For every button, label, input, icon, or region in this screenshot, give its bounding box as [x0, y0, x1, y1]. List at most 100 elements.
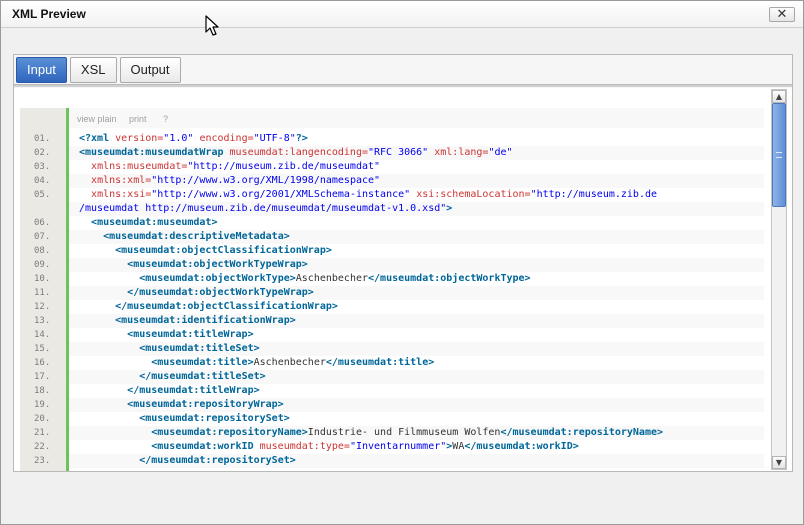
code-line: 07. <museumdat:descriptiveMetadata>	[20, 230, 764, 244]
line-number: 03.	[34, 162, 51, 172]
code-text: <museumdat:identificationWrap>	[69, 314, 764, 328]
code-text: </museumdat:repositorySet>	[69, 454, 764, 468]
code-line: 06. <museumdat:museumdat>	[20, 216, 764, 230]
code-viewer[interactable]: view plain print ? 01. <?xml version="1.0…	[14, 88, 792, 471]
scroll-up-button[interactable]: ▲	[772, 90, 786, 103]
code-token: "RFC 3066"	[368, 147, 429, 158]
arrow-up-icon: ▲	[775, 92, 783, 101]
code-text: xmlns:xsi="http://www.w3.org/2001/XMLSch…	[69, 188, 764, 202]
code-token: <museumdat:objectClassificationWrap>	[115, 245, 332, 256]
code-token: museumdat:type=	[259, 441, 350, 452]
code-text: xmlns:museumdat="http://museum.zib.de/mu…	[69, 160, 764, 174]
code-token: <museumdat:titleSet>	[139, 343, 260, 354]
code-token: xml:lang=	[434, 147, 489, 158]
code-token: xmlns:xsi=	[91, 189, 152, 200]
code-line: 04. xmlns:xml="http://www.w3.org/XML/199…	[20, 174, 764, 188]
code-text: <museumdat:objectClassificationWrap>	[69, 244, 764, 258]
code-line: 14. <museumdat:titleWrap>	[20, 328, 764, 342]
code-token: "Inventarnummer"	[349, 441, 447, 452]
code-token: "de"	[488, 147, 513, 158]
code-token: "http://www.w3.org/2001/XMLSchema-instan…	[151, 189, 411, 200]
line-number: 07.	[34, 232, 51, 242]
code-token: <?xml	[79, 133, 116, 144]
line-number: 22.	[34, 442, 51, 452]
code-text: /museumdat http://museum.zib.de/museumda…	[69, 202, 764, 216]
code-token: ?>	[295, 133, 308, 144]
code-line: 12. </museumdat:objectClassificationWrap…	[20, 300, 764, 314]
code-token: </museumdat:title>	[325, 357, 435, 368]
line-number: 19.	[34, 400, 51, 410]
tab-xsl[interactable]: XSL	[69, 57, 117, 83]
code-token: <museumdat:objectWorkTypeWrap>	[127, 259, 308, 270]
code-line: 10. <museumdat:objectWorkType>Aschenbech…	[20, 272, 764, 286]
dialog-titlebar[interactable]: XML Preview ✕	[1, 1, 803, 28]
arrow-down-icon: ▼	[775, 458, 783, 467]
code-line: 20. <museumdat:repositorySet>	[20, 412, 764, 426]
tab-divider	[14, 84, 792, 87]
code-token: "http://museum.zib.de	[530, 189, 658, 200]
code-line: 03. xmlns:museumdat="http://museum.zib.d…	[20, 160, 764, 174]
code-token: </museumdat:objectWorkType>	[368, 273, 531, 284]
code-token: xsi:schemaLocation=	[416, 189, 531, 200]
code-token: WA	[452, 441, 465, 452]
code-line: 13. <museumdat:identificationWrap>	[20, 314, 764, 328]
xml-preview-dialog: XML Preview ✕ Input XSL Output view plai…	[0, 0, 804, 525]
code-text: <?xml version="1.0" encoding="UTF-8"?>	[69, 132, 764, 146]
line-number: 17.	[34, 372, 51, 382]
code-token: Aschenbecher	[295, 273, 369, 284]
close-button[interactable]: ✕	[769, 7, 795, 22]
close-icon: ✕	[776, 7, 788, 22]
code-text: <museumdat:titleSet>	[69, 342, 764, 356]
code-token: version=	[115, 133, 164, 144]
code-token: Aschenbecher	[253, 357, 326, 368]
code-lines: 01. <?xml version="1.0" encoding="UTF-8"?…	[20, 132, 764, 468]
tab-output[interactable]: Output	[119, 57, 181, 83]
code-text: <museumdat:repositoryName>Industrie- und…	[69, 426, 764, 440]
code-token: <museumdat:repositorySet>	[139, 413, 290, 424]
code-token: /museumdat http://museum.zib.de/museumda…	[79, 203, 447, 214]
code-token: xmlns:xml=	[91, 175, 152, 186]
code-line: /museumdat http://museum.zib.de/museumda…	[20, 202, 764, 216]
dialog-title: XML Preview	[12, 7, 86, 21]
tab-input[interactable]: Input	[16, 57, 67, 83]
code-text: <museumdat:objectWorkType>Aschenbecher</…	[69, 272, 764, 286]
code-text: <museumdat:title>Aschenbecher</museumdat…	[69, 356, 764, 370]
print-link[interactable]: print	[129, 114, 147, 124]
code-text: </museumdat:objectWorkTypeWrap>	[69, 286, 764, 300]
line-number: 13.	[34, 316, 51, 326]
line-number: 14.	[34, 330, 51, 340]
code-token: </museumdat:objectWorkTypeWrap>	[127, 287, 314, 298]
line-number: 08.	[34, 246, 51, 256]
vertical-scrollbar[interactable]: ▲ ▼	[771, 89, 787, 470]
code-line: 17. </museumdat:titleSet>	[20, 370, 764, 384]
code-token: <museumdat:identificationWrap>	[115, 315, 296, 326]
scroll-down-button[interactable]: ▼	[772, 456, 786, 469]
line-number: 15.	[34, 344, 51, 354]
code-line: 18. </museumdat:titleWrap>	[20, 384, 764, 398]
line-number: 18.	[34, 386, 51, 396]
view-plain-link[interactable]: view plain	[77, 114, 117, 124]
code-token: </museumdat:repositoryName>	[500, 427, 664, 438]
code-token: encoding=	[199, 133, 254, 144]
tab-bar: Input XSL Output	[16, 57, 181, 84]
scrollbar-thumb[interactable]	[772, 103, 786, 207]
code-token: <museumdat:title>	[151, 357, 254, 368]
code-line: 08. <museumdat:objectClassificationWrap>	[20, 244, 764, 258]
code-token: "http://www.w3.org/XML/1998/namespace"	[151, 175, 381, 186]
code-line: 05. xmlns:xsi="http://www.w3.org/2001/XM…	[20, 188, 764, 202]
help-link[interactable]: ?	[163, 114, 168, 124]
